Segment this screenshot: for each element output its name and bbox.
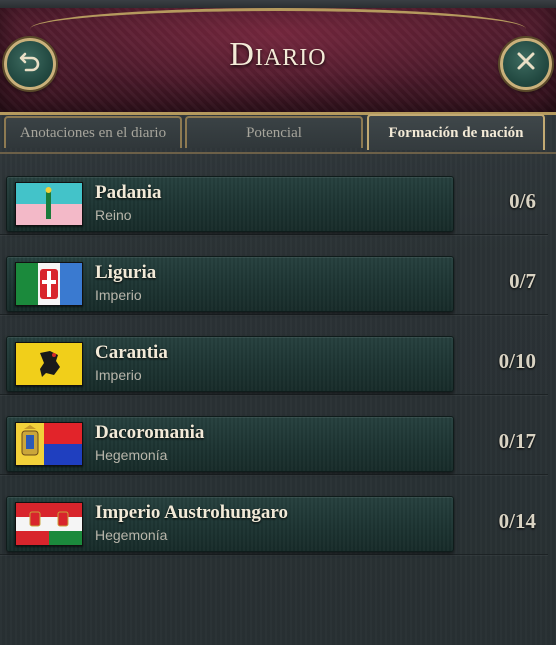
nation-name: Padania — [95, 182, 162, 203]
nation-row-carantia: Carantia Imperio 0/10 — [0, 314, 548, 395]
nation-type: Imperio — [95, 287, 142, 303]
austrohungaro-flag-icon — [15, 502, 83, 546]
nation-card[interactable]: Dacoromania Hegemonía — [6, 416, 454, 472]
nation-row-dacoromania: Dacoromania Hegemonía 0/17 — [0, 394, 548, 475]
nation-type: Reino — [95, 207, 132, 223]
carantia-flag-icon — [15, 342, 83, 386]
nation-type: Imperio — [95, 367, 142, 383]
tab-bar: Anotaciones en el diario Potencial Forma… — [4, 114, 552, 152]
dacoromania-flag-icon — [15, 422, 83, 466]
nation-card[interactable]: Imperio Austrohungaro Hegemonía — [6, 496, 454, 552]
nation-type: Hegemonía — [95, 527, 168, 543]
back-arrow-icon — [17, 48, 43, 81]
nation-name: Carantia — [95, 342, 168, 363]
tab-potential[interactable]: Potencial — [185, 116, 363, 148]
nation-row-austrohungaro: Imperio Austrohungaro Hegemonía 0/14 — [0, 474, 548, 555]
nation-name: Imperio Austrohungaro — [95, 502, 289, 523]
nation-row-padania: Padania Reino 0/6 — [0, 154, 548, 235]
journal-header: Diario — [0, 0, 556, 115]
nation-type: Hegemonía — [95, 447, 168, 463]
nation-progress: 0/10 — [498, 349, 536, 373]
tab-journal-entries[interactable]: Anotaciones en el diario — [4, 116, 182, 148]
close-icon — [514, 49, 538, 80]
header-top-trim — [0, 0, 556, 8]
nation-card[interactable]: Carantia Imperio — [6, 336, 454, 392]
nation-card[interactable]: Padania Reino — [6, 176, 454, 232]
page-title: Diario — [229, 36, 327, 73]
nation-name: Dacoromania — [95, 422, 205, 443]
nation-row-liguria: Liguria Imperio 0/7 — [0, 234, 548, 315]
liguria-flag-icon — [15, 262, 83, 306]
nation-progress: 0/14 — [498, 509, 536, 533]
nation-progress: 0/17 — [498, 429, 536, 453]
back-button[interactable] — [4, 38, 56, 90]
header-arch-ornament — [30, 8, 526, 29]
nation-progress: 0/7 — [509, 269, 536, 293]
nation-name: Liguria — [95, 262, 157, 283]
close-button[interactable] — [500, 38, 552, 90]
nation-progress: 0/6 — [509, 189, 536, 213]
nation-card[interactable]: Liguria Imperio — [6, 256, 454, 312]
padania-flag-icon — [15, 182, 83, 226]
tab-nation-formation[interactable]: Formación de nación — [367, 114, 545, 150]
